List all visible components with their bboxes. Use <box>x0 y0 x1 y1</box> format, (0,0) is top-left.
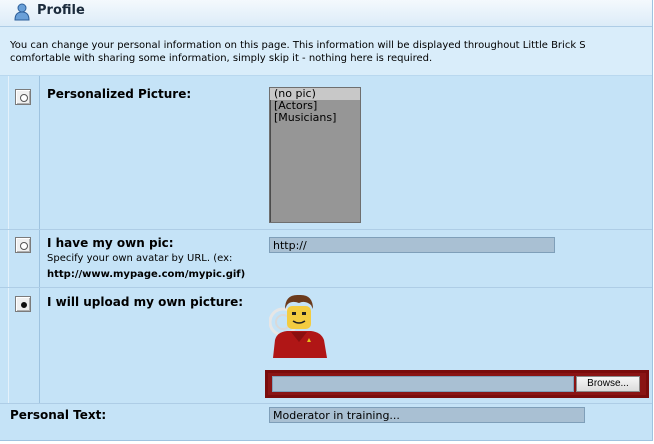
page-title: Profile <box>37 3 85 18</box>
file-path-input[interactable] <box>272 376 574 392</box>
personalized-picture-label: Personalized Picture: <box>47 87 192 101</box>
browse-button[interactable]: Browse... <box>576 376 640 392</box>
radio-dot <box>20 94 28 102</box>
personal-text-input[interactable]: Moderator in training... <box>269 407 585 423</box>
own-pic-example: http://www.mypage.com/mypic.gif) <box>47 269 246 280</box>
radio-own-pic-url[interactable] <box>15 237 31 253</box>
avatar-url-input[interactable]: http:// <box>269 237 555 253</box>
own-pic-label: I have my own pic: <box>47 236 174 250</box>
intro-line-2: comfortable with sharing some informatio… <box>10 53 433 64</box>
divider <box>0 229 652 230</box>
upload-picture-label: I will upload my own picture: <box>47 295 244 309</box>
radio-upload-picture[interactable] <box>15 296 31 312</box>
own-pic-hint: Specify your own avatar by URL. (ex: htt… <box>47 251 245 283</box>
intro-line-1: You can change your personal information… <box>10 40 586 51</box>
profile-panel: Profile You can change your personal inf… <box>0 0 653 441</box>
profile-header: Profile <box>0 0 652 27</box>
avatar-gallery-listbox[interactable]: (no pic) [Actors] [Musicians] <box>269 87 361 223</box>
radio-personalized-picture[interactable] <box>15 89 31 105</box>
intro-box: You can change your personal information… <box>0 27 652 76</box>
own-pic-hint-text: Specify your own avatar by URL. (ex: <box>47 253 233 264</box>
intro-text: You can change your personal information… <box>10 39 652 65</box>
radio-dot-selected <box>21 302 27 308</box>
divider <box>0 403 652 404</box>
upload-file-highlight: Browse... <box>265 370 649 398</box>
listbox-option[interactable]: [Musicians] <box>270 112 360 124</box>
personal-text-label: Personal Text: <box>10 408 107 422</box>
user-profile-icon <box>14 3 30 21</box>
divider <box>0 287 652 288</box>
radio-dot <box>20 242 28 250</box>
avatar-image <box>269 292 329 358</box>
